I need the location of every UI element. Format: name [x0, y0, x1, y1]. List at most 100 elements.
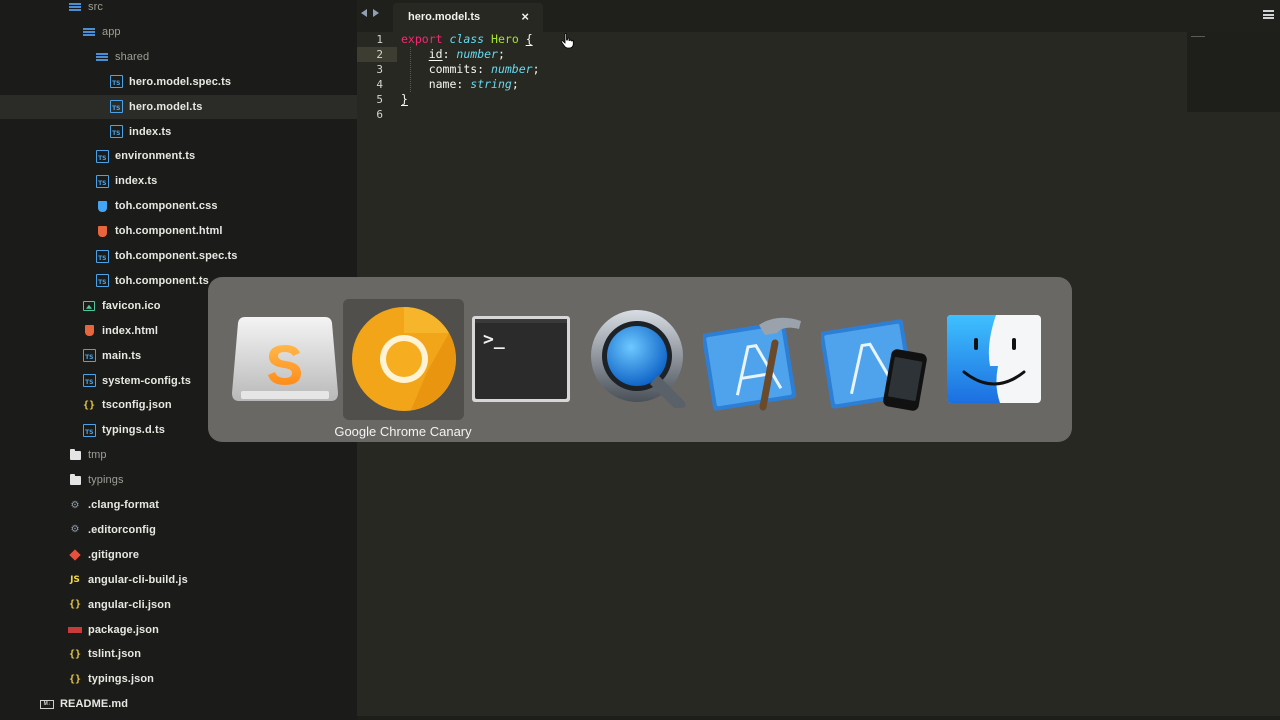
sidebar-item[interactable]: M↓ README.md	[0, 692, 357, 716]
typescript-file-icon: TS	[95, 274, 109, 288]
sidebar-item-label: shared	[115, 50, 150, 63]
property-type: number	[456, 47, 498, 61]
sidebar-item-label: environment.ts	[115, 150, 196, 163]
sidebar-item-label: toh.component.css	[115, 200, 218, 213]
open-folder-icon	[95, 51, 109, 63]
code-line-2: id: number;	[428, 47, 505, 61]
app-quicktime-player[interactable]	[585, 307, 695, 411]
sidebar-item-label: hero.model.spec.ts	[129, 75, 232, 88]
keyword-export: export	[401, 32, 443, 46]
minimap[interactable]	[1187, 32, 1280, 112]
sidebar-item[interactable]: src	[0, 0, 357, 19]
chrome-canary-icon	[352, 307, 456, 411]
sidebar-item-label: angular-cli.json	[88, 598, 171, 611]
open-folder-icon	[82, 26, 96, 38]
tab-bar: hero.model.ts ×	[357, 0, 1280, 32]
sidebar-item[interactable]: TS environment.ts	[0, 144, 357, 168]
sidebar-item-label: system-config.ts	[102, 374, 192, 387]
typescript-file-icon: TS	[95, 149, 109, 163]
sidebar-item[interactable]: toh.component.html	[0, 219, 357, 243]
sidebar-item-label: .gitignore	[88, 548, 140, 561]
sidebar-item-label: hero.model.ts	[129, 100, 203, 113]
sidebar-item-label: favicon.ico	[102, 299, 161, 312]
open-folder-icon	[68, 1, 82, 13]
app-google-chrome-canary[interactable]	[349, 307, 459, 411]
folder-icon	[68, 448, 82, 461]
code-line-3: commits: number;	[428, 62, 540, 76]
sidebar-item-label: tslint.json	[88, 648, 142, 661]
tab-hero-model-ts[interactable]: hero.model.ts ×	[393, 3, 543, 32]
typescript-file-icon: TS	[95, 174, 109, 188]
sidebar-item[interactable]: TS toh.component.spec.ts	[0, 244, 357, 268]
sidebar-item[interactable]: TS index.ts	[0, 169, 357, 193]
property-type: number	[491, 62, 533, 76]
terminal-icon: >_	[472, 316, 570, 402]
class-name: Hero	[491, 32, 519, 46]
sidebar-item[interactable]: {} angular-cli.json	[0, 593, 357, 617]
minimap-line	[1191, 36, 1205, 37]
line-number-active: 2	[357, 47, 397, 62]
horizontal-scrollbar[interactable]	[357, 716, 1280, 720]
sidebar-item[interactable]: shared	[0, 45, 357, 69]
sidebar-item-label: .editorconfig	[88, 523, 156, 536]
sidebar-item[interactable]: {} typings.json	[0, 667, 357, 691]
git-icon	[68, 549, 82, 561]
typescript-file-icon: TS	[109, 75, 123, 89]
sidebar-item-label: index.ts	[129, 125, 172, 138]
line-number: 6	[376, 108, 383, 121]
sidebar-item-label: typings.d.ts	[102, 424, 165, 437]
tab-navigation	[361, 9, 379, 17]
npm-icon	[68, 624, 82, 636]
sidebar-item[interactable]: TS hero.model.ts	[0, 94, 357, 119]
sidebar-item[interactable]: {} tslint.json	[0, 642, 357, 666]
property-name: id	[428, 47, 443, 61]
sidebar-item[interactable]: TS index.ts	[0, 120, 357, 144]
app-terminal[interactable]: >_	[466, 307, 576, 411]
sidebar-item[interactable]: tmp	[0, 443, 357, 467]
property-name: commits	[428, 62, 478, 76]
folder-icon	[68, 473, 82, 486]
tab-next-arrow-icon[interactable]	[373, 9, 379, 17]
sidebar-item[interactable]: package.json	[0, 618, 357, 642]
open-brace: {	[525, 32, 533, 46]
typescript-file-icon: TS	[109, 100, 123, 114]
typescript-file-icon: TS	[109, 125, 123, 138]
sidebar-item[interactable]: app	[0, 20, 357, 44]
tab-prev-arrow-icon[interactable]	[361, 9, 367, 17]
sidebar-item-label: index.html	[102, 324, 159, 337]
json-file-icon: {}	[68, 673, 82, 685]
sidebar-item-label: toh.component.html	[115, 225, 223, 238]
sidebar-item[interactable]: TS hero.model.spec.ts	[0, 70, 357, 94]
sidebar-item-label: toh.component.spec.ts	[115, 250, 238, 262]
json-file-icon: {}	[68, 599, 82, 611]
sidebar-item-label: src	[88, 1, 103, 13]
sidebar-item[interactable]: JS angular-cli-build.js	[0, 568, 357, 592]
app-sublime-text[interactable]	[230, 307, 340, 411]
sidebar-item-label: angular-cli-build.js	[88, 573, 188, 586]
property-name: name	[428, 77, 457, 91]
finder-icon	[947, 315, 1041, 403]
tab-label: hero.model.ts	[408, 11, 481, 23]
html-file-icon	[82, 325, 96, 337]
close-brace: }	[401, 92, 408, 106]
close-icon[interactable]: ×	[521, 9, 529, 24]
sidebar-item[interactable]: typings	[0, 468, 357, 492]
sidebar-item-label: app	[102, 25, 121, 38]
sidebar-item[interactable]: .gitignore	[0, 543, 357, 567]
javascript-file-icon: JS	[70, 574, 80, 585]
app-finder[interactable]	[939, 307, 1049, 411]
html-file-icon	[95, 225, 109, 237]
sidebar-item[interactable]: toh.component.css	[0, 194, 357, 218]
sidebar-item-label: .clang-format	[88, 499, 159, 511]
sidebar-item-label: typings.json	[88, 673, 154, 686]
hamburger-menu-icon[interactable]	[1263, 10, 1274, 19]
sidebar-item[interactable]: ⚙ .clang-format	[0, 493, 357, 517]
app-xcode[interactable]	[702, 307, 812, 411]
sidebar-item-label: typings	[88, 474, 124, 487]
xcode-icon	[703, 317, 801, 411]
css-file-icon	[95, 200, 109, 212]
sidebar-item[interactable]: ⚙ .editorconfig	[0, 518, 357, 542]
app-simulator[interactable]	[820, 307, 930, 411]
sidebar-item-label: README.md	[60, 698, 129, 711]
typescript-file-icon: TS	[82, 349, 96, 363]
